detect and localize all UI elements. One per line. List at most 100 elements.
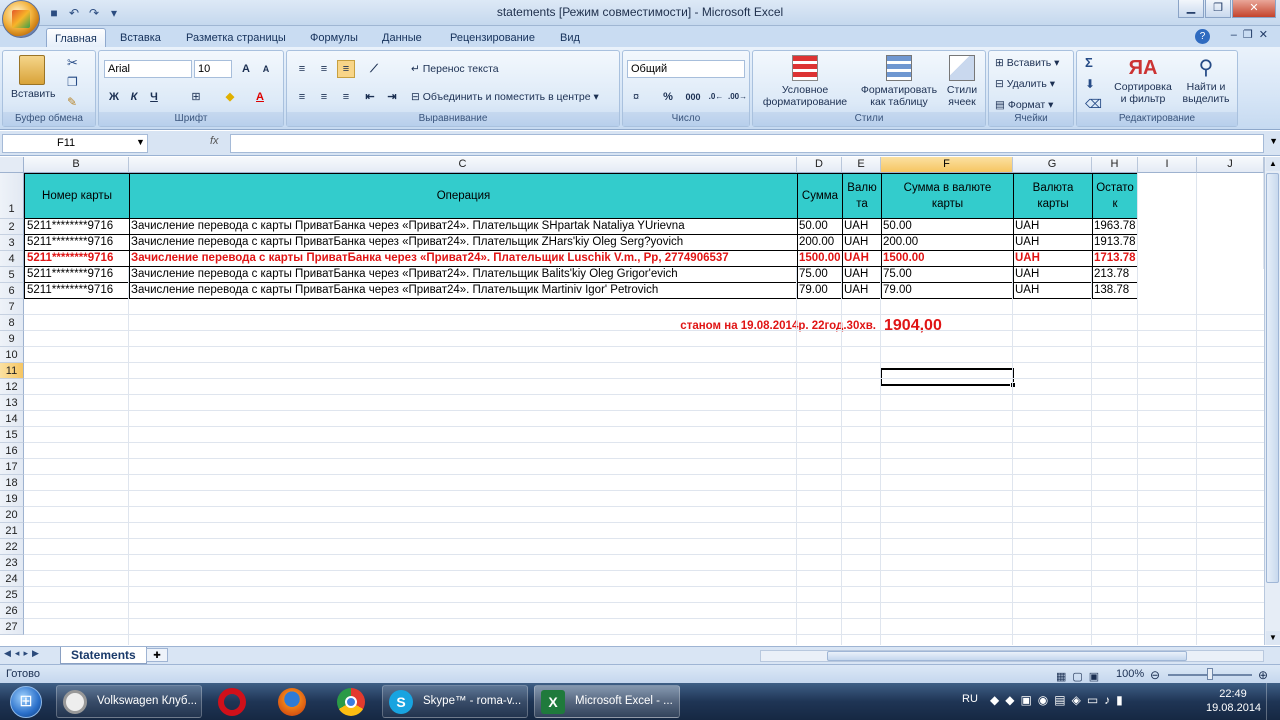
row-header[interactable]: 12 bbox=[0, 379, 24, 395]
row-header[interactable]: 13 bbox=[0, 395, 24, 411]
table-cell-currency[interactable]: UAH bbox=[842, 283, 882, 299]
copy-icon[interactable]: ❐ bbox=[67, 75, 78, 89]
font-color-icon[interactable]: A bbox=[251, 88, 269, 106]
select-all-corner[interactable] bbox=[0, 157, 24, 173]
row-header[interactable]: 4 bbox=[0, 251, 24, 267]
tab-review[interactable]: Рецензирование bbox=[442, 28, 543, 48]
conditional-formatting-button[interactable]: Условное форматирование bbox=[757, 55, 853, 108]
row-header[interactable]: 2 bbox=[0, 219, 24, 235]
col-header-h[interactable]: H bbox=[1092, 157, 1138, 173]
row-header[interactable]: 5 bbox=[0, 267, 24, 283]
sort-filter-button[interactable]: ЯА Сортировка и фильтр bbox=[1111, 55, 1175, 105]
row-header[interactable]: 19 bbox=[0, 491, 24, 507]
table-cell-currency[interactable]: UAH bbox=[842, 219, 882, 235]
zoom-slider-thumb[interactable] bbox=[1207, 668, 1213, 680]
row-header[interactable]: 27 bbox=[0, 619, 24, 635]
firefox-icon[interactable] bbox=[278, 688, 306, 716]
col-header-g[interactable]: G bbox=[1013, 157, 1092, 173]
italic-button[interactable]: К bbox=[125, 88, 143, 106]
taskbar-skype[interactable]: S Skype™ - roma-v... bbox=[382, 685, 528, 718]
tab-home[interactable]: Главная bbox=[46, 28, 106, 48]
col-header-j[interactable]: J bbox=[1197, 157, 1264, 173]
format-as-table-button[interactable]: Форматировать как таблицу bbox=[857, 55, 941, 108]
row-header[interactable]: 21 bbox=[0, 523, 24, 539]
row-header[interactable]: 15 bbox=[0, 427, 24, 443]
number-format-select[interactable]: Общий bbox=[627, 60, 745, 78]
tab-insert[interactable]: Вставка bbox=[112, 28, 169, 48]
table-cell-card-amount[interactable]: 50.00 bbox=[881, 219, 1014, 235]
table-cell-balance[interactable]: 213.78 bbox=[1092, 267, 1138, 283]
opera-pinned-icon[interactable] bbox=[218, 688, 246, 716]
increase-decimal-icon[interactable]: .0← bbox=[707, 88, 725, 106]
tab-view[interactable]: Вид bbox=[552, 28, 588, 48]
insert-cells-button[interactable]: ⊞ Вставить ▾ bbox=[995, 57, 1059, 69]
vertical-scrollbar[interactable]: ▲ ▼ bbox=[1264, 157, 1280, 645]
row-header[interactable]: 6 bbox=[0, 283, 24, 299]
taskbar-opera-club[interactable]: Volkswagen Клуб... bbox=[56, 685, 202, 718]
currency-format-icon[interactable]: ¤ bbox=[627, 88, 645, 106]
borders-icon[interactable]: ⊞ bbox=[187, 88, 205, 106]
row-header[interactable]: 26 bbox=[0, 603, 24, 619]
name-box[interactable]: F11 bbox=[2, 134, 148, 153]
scroll-down-icon[interactable]: ▼ bbox=[1266, 631, 1280, 645]
zoom-out-icon[interactable]: ⊖ bbox=[1150, 666, 1160, 684]
table-cell-card-amount[interactable]: 1500.00 bbox=[881, 251, 1014, 267]
sheet-tab-statements[interactable]: Statements bbox=[60, 647, 147, 664]
find-select-button[interactable]: ⚲ Найти и выделить bbox=[1177, 55, 1235, 105]
fill-handle[interactable] bbox=[1010, 382, 1016, 388]
col-header-d[interactable]: D bbox=[797, 157, 842, 173]
col-header-f[interactable]: F bbox=[881, 157, 1013, 173]
help-icon[interactable]: ? bbox=[1195, 29, 1210, 44]
bold-button[interactable]: Ж bbox=[105, 88, 123, 106]
format-cells-button[interactable]: ▤ Формат ▾ bbox=[995, 99, 1053, 111]
grow-font-icon[interactable]: A bbox=[237, 60, 255, 78]
thousands-button[interactable]: 000 bbox=[681, 88, 705, 106]
restore-button[interactable]: ❐ bbox=[1205, 0, 1231, 18]
percent-button[interactable]: % bbox=[659, 88, 677, 106]
cell-styles-button[interactable]: Стили ячеек bbox=[941, 55, 983, 108]
table-cell-balance[interactable]: 1963.78 bbox=[1092, 219, 1138, 235]
table-cell-amount[interactable]: 1500.00 bbox=[797, 251, 843, 267]
shrink-font-icon[interactable]: A bbox=[257, 60, 275, 78]
sheet-nav-icons[interactable]: ◀◂▸▶ bbox=[4, 648, 43, 659]
align-top-icon[interactable]: ≡ bbox=[293, 60, 311, 78]
autosum-icon[interactable]: Σ bbox=[1085, 55, 1093, 70]
col-header-i[interactable]: I bbox=[1138, 157, 1197, 173]
clock[interactable]: 22:49 19.08.2014 bbox=[1206, 687, 1261, 720]
minimize-button[interactable]: ▁ bbox=[1178, 0, 1204, 18]
table-cell-card[interactable]: 5211********9716 bbox=[24, 267, 130, 283]
row-header[interactable]: 9 bbox=[0, 331, 24, 347]
row-header[interactable]: 11 bbox=[0, 363, 24, 379]
scroll-up-icon[interactable]: ▲ bbox=[1266, 157, 1280, 171]
table-cell-card-currency[interactable]: UAH bbox=[1013, 219, 1093, 235]
font-name-select[interactable]: Arial bbox=[104, 60, 192, 78]
table-cell-operation[interactable]: Зачисление перевода с карты ПриватБанка … bbox=[129, 219, 798, 235]
table-cell-card[interactable]: 5211********9716 bbox=[24, 283, 130, 299]
table-cell-card[interactable]: 5211********9716 bbox=[24, 251, 130, 267]
tab-page-layout[interactable]: Разметка страницы bbox=[178, 28, 294, 48]
table-cell-card-currency[interactable]: UAH bbox=[1013, 283, 1093, 299]
horizontal-scrollbar[interactable] bbox=[760, 650, 1264, 662]
fill-icon[interactable]: ⬇ bbox=[1085, 77, 1095, 91]
office-button[interactable] bbox=[2, 0, 40, 38]
formula-input[interactable] bbox=[230, 134, 1264, 153]
chrome-icon[interactable] bbox=[337, 688, 365, 716]
delete-cells-button[interactable]: ⊟ Удалить ▾ bbox=[995, 78, 1055, 90]
font-size-select[interactable]: 10 bbox=[194, 60, 232, 78]
language-indicator[interactable]: RU bbox=[962, 693, 978, 720]
table-cell-card-currency[interactable]: UAH bbox=[1013, 235, 1093, 251]
row-header[interactable]: 10 bbox=[0, 347, 24, 363]
table-cell-card[interactable]: 5211********9716 bbox=[24, 235, 130, 251]
table-cell-card-amount[interactable]: 200.00 bbox=[881, 235, 1014, 251]
function-icon[interactable]: fx bbox=[210, 135, 219, 147]
table-cell-currency[interactable]: UAH bbox=[842, 235, 882, 251]
table-cell-balance[interactable]: 1913.78 bbox=[1092, 235, 1138, 251]
clear-icon[interactable]: ⌫ bbox=[1085, 97, 1102, 111]
paste-button[interactable]: Вставить bbox=[11, 55, 56, 100]
row-header[interactable]: 17 bbox=[0, 459, 24, 475]
table-cell-balance[interactable]: 1713.78 bbox=[1092, 251, 1138, 267]
table-cell-operation[interactable]: Зачисление перевода с карты ПриватБанка … bbox=[129, 251, 798, 267]
table-cell-amount[interactable]: 75.00 bbox=[797, 267, 843, 283]
row-header[interactable]: 8 bbox=[0, 315, 24, 331]
merge-center-button[interactable]: ⊟ Объединить и поместить в центре ▾ bbox=[411, 91, 599, 103]
